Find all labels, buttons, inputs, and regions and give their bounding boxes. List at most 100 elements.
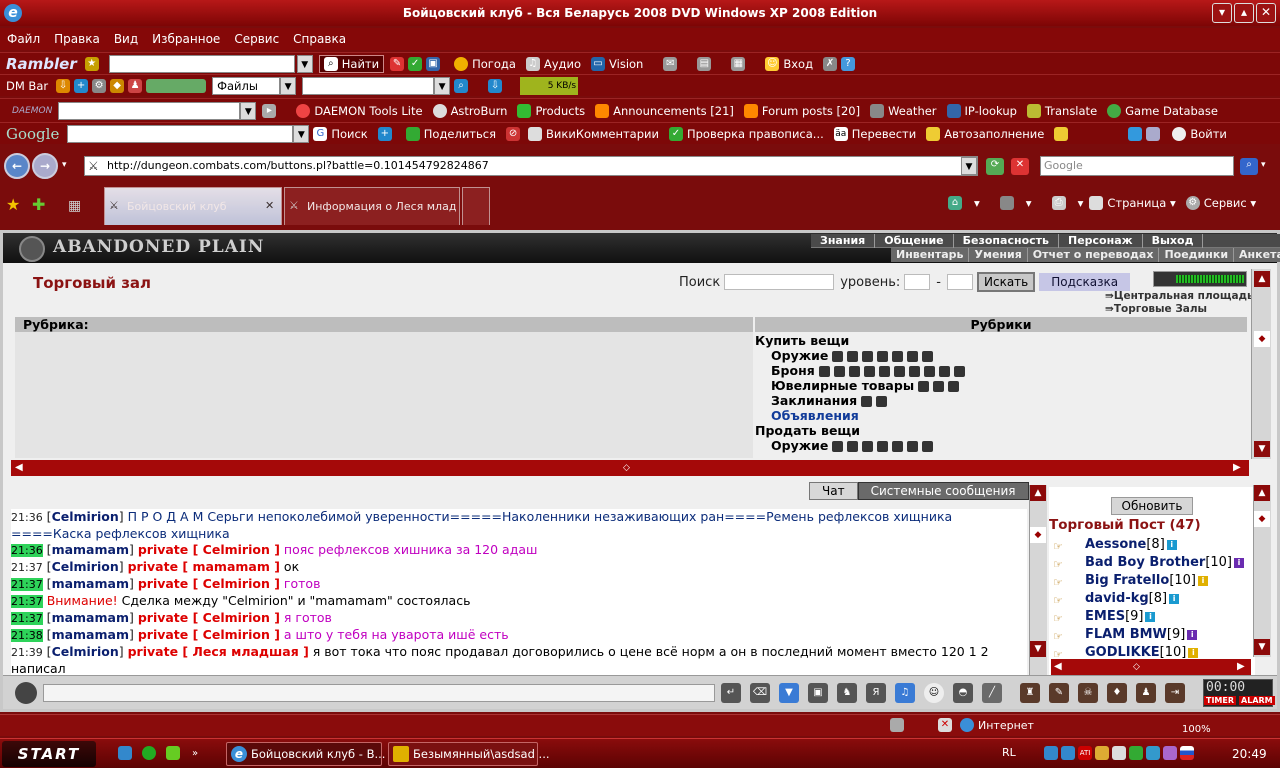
scroll-thumb[interactable]: ◆ (1254, 511, 1270, 527)
sword-icon[interactable] (832, 441, 844, 452)
flower-icon[interactable] (922, 351, 934, 362)
cat-armor[interactable]: Броня (755, 363, 1245, 378)
save-icon[interactable]: ▣ (808, 683, 828, 703)
sell-items-link[interactable]: Продать вещи (755, 423, 1245, 438)
addon-icon[interactable] (890, 718, 904, 732)
gem-icon[interactable]: ♦ (1107, 683, 1127, 703)
maximize-button[interactable]: ▴ (1234, 3, 1254, 23)
bag-icon[interactable]: ♜ (1020, 683, 1040, 703)
belt-icon[interactable] (923, 366, 935, 377)
scroll-up-icon[interactable]: ▲ (1030, 485, 1046, 501)
photo-icon[interactable]: ▤ (697, 56, 712, 71)
desktop-icon[interactable] (118, 746, 132, 760)
address-dropdown[interactable]: ▼ (961, 157, 977, 175)
scroll-icon[interactable] (861, 396, 873, 407)
necklace-icon[interactable] (933, 381, 945, 392)
add-favorite-icon[interactable]: ✚ (32, 195, 45, 214)
send-icon[interactable]: ↵ (721, 683, 741, 703)
top-scrollbar[interactable]: ▲ ◆ ▼ (1251, 269, 1271, 459)
audio-button[interactable]: ♫ Аудио (525, 56, 581, 71)
announcements-button[interactable]: Announcements [21] (595, 103, 734, 118)
tab-combats[interactable]: ⚔ Бойцовский клуб ✕ (104, 187, 282, 225)
flag-icon[interactable] (1180, 746, 1194, 760)
plus-icon[interactable]: + (74, 78, 89, 93)
sign-in-button[interactable]: Войти (1172, 126, 1227, 141)
download-arrow-icon[interactable]: ⇩ (488, 78, 503, 93)
arrow-right-icon[interactable]: ▶ (1237, 659, 1245, 675)
exit-icon[interactable]: ⇥ (1165, 683, 1185, 703)
link-trade-halls[interactable]: ⇛Торговые Залы (1105, 303, 1254, 316)
bow-icon[interactable] (907, 351, 919, 362)
dm-search-input[interactable] (302, 76, 435, 95)
scroll-thumb-icon[interactable]: ◇ (1133, 659, 1140, 675)
address-bar[interactable]: http://dungeon.combats.com/buttons.pl?ba… (84, 156, 978, 176)
vision-button[interactable]: ▭ Vision (591, 56, 643, 71)
armor-icon[interactable] (878, 366, 890, 377)
app-icon[interactable] (1163, 746, 1177, 760)
chat-time[interactable]: 21:39 (11, 646, 43, 659)
tools-menu[interactable]: ⚙ Сервис ▾ (1185, 196, 1256, 210)
chevron-down-icon[interactable]: ▼ (296, 54, 313, 73)
translate-button[interactable]: Translate (1026, 103, 1097, 118)
alarm-button[interactable]: ALARM (1239, 696, 1275, 705)
item-search-input[interactable] (724, 274, 835, 290)
people-icon[interactable]: ♟ (128, 78, 143, 93)
block-icon[interactable]: ⊘ (506, 126, 521, 141)
shield-icon[interactable] (1129, 746, 1143, 760)
scroll2-icon[interactable] (876, 396, 888, 407)
scroll-down-icon[interactable]: ▼ (1254, 639, 1270, 655)
nav-inventory[interactable]: Инвентарь (891, 248, 970, 262)
ip-lookup-button[interactable]: IP-lookup (946, 103, 1017, 118)
private-message-icon[interactable]: ☞ (1053, 538, 1075, 553)
info-icon[interactable]: i (1169, 593, 1180, 604)
chat-time[interactable]: 21:37 (11, 561, 43, 574)
products-button[interactable]: Products (517, 103, 585, 118)
shirt-icon[interactable] (848, 366, 860, 377)
refresh-button[interactable]: Обновить (1110, 497, 1194, 515)
language-indicator[interactable]: RL (1002, 746, 1016, 759)
cat-jewelry[interactable]: Ювелирные товары (755, 378, 1245, 393)
menu-favorites[interactable]: Избранное (152, 28, 220, 50)
axe-icon[interactable] (847, 351, 859, 362)
browser-icon[interactable] (142, 746, 156, 760)
chat-private[interactable]: private [ Celmirion ] (138, 542, 280, 557)
menu-file[interactable]: Файл (7, 28, 40, 50)
nav-transfers[interactable]: Отчет о переводах (1028, 248, 1160, 262)
nav-fights[interactable]: Поединки (1159, 248, 1235, 262)
autofill-button[interactable]: Автозаполнение (926, 126, 1044, 141)
daemon-search-input[interactable] (58, 101, 241, 120)
flower-icon[interactable] (922, 441, 934, 452)
feeds-icon[interactable] (999, 196, 1014, 210)
skype-icon[interactable] (1146, 746, 1160, 760)
forum-posts-button[interactable]: Forum posts [20] (743, 103, 860, 118)
filter-icon[interactable]: ▼ (779, 683, 799, 703)
chat-nick[interactable]: Celmirion (52, 509, 119, 524)
chat-nick[interactable]: Celmirion (52, 559, 119, 574)
files-dropdown[interactable]: Файлы (212, 76, 281, 95)
weather-button[interactable]: Погода (454, 56, 516, 71)
player-name[interactable]: GODLIKKE (1085, 645, 1160, 660)
staff-icon[interactable] (892, 441, 904, 452)
cards-icon[interactable]: ▦ (731, 56, 746, 71)
download-icon[interactable]: ⇩ (56, 78, 71, 93)
mace-icon[interactable] (862, 441, 874, 452)
task-paint[interactable]: Безымянный\asdsad ... (388, 742, 550, 766)
zoom-level[interactable]: 100% (1182, 724, 1211, 736)
player-name[interactable]: Bad Boy Brother (1085, 555, 1205, 570)
splitter-bar[interactable]: ◀ ◇ ▶ (11, 460, 1249, 476)
timer-widget[interactable]: 00:00 TIMER ALARM (1203, 679, 1275, 707)
people-hscrollbar[interactable]: ◀ ◇ ▶ (1051, 659, 1251, 675)
window-icon[interactable]: ▣ (426, 56, 441, 71)
menu-view[interactable]: Вид (114, 28, 138, 50)
staff-icon[interactable] (892, 351, 904, 362)
rambler-search-input[interactable] (108, 54, 295, 73)
private-message-icon[interactable]: ☞ (1053, 574, 1075, 589)
scroll-up-icon[interactable]: ▲ (1254, 485, 1270, 501)
google-translate-button[interactable]: äa Перевести (833, 126, 916, 141)
go-icon[interactable]: ▸ (262, 103, 277, 118)
network2-icon[interactable] (1061, 746, 1075, 760)
chat-time[interactable]: 21:37 (11, 595, 43, 608)
chat-private[interactable]: private [ Celmirion ] (138, 627, 280, 642)
forward-button[interactable]: → (32, 153, 58, 179)
chevron-down-icon[interactable]: ▼ (434, 76, 451, 95)
